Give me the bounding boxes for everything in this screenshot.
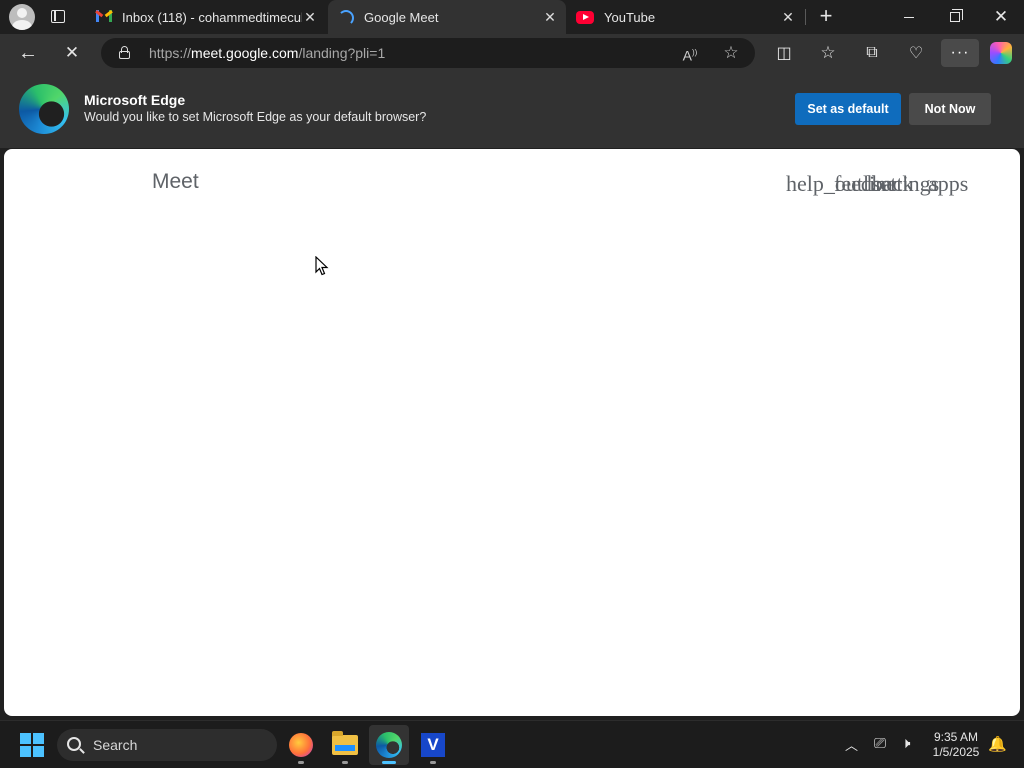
banner-title: Microsoft Edge [84, 92, 186, 108]
set-as-default-button[interactable]: Set as default [795, 93, 901, 125]
banner-message: Would you like to set Microsoft Edge as … [84, 110, 427, 124]
close-window-button[interactable]: ✕ [978, 0, 1024, 34]
mouse-cursor-icon [315, 256, 329, 276]
address-bar[interactable]: https://meet.google.com/landing?pli=1 A)… [101, 38, 755, 68]
tab-title: YouTube [604, 9, 656, 25]
search-label: Search [93, 737, 138, 753]
file-explorer-taskbar-button[interactable] [325, 725, 365, 765]
file-explorer-icon [332, 731, 358, 755]
vnc-viewer-taskbar-button[interactable]: V [413, 725, 453, 765]
gmail-icon [95, 10, 113, 26]
firefox-icon [289, 733, 313, 757]
tab-google-meet[interactable]: Google Meet ✕ [328, 0, 566, 35]
youtube-icon [576, 10, 594, 24]
clock-time: 9:35 AM [933, 730, 979, 744]
profile-avatar-icon[interactable] [9, 4, 35, 30]
read-aloud-icon[interactable]: A)) [679, 43, 701, 64]
system-clock[interactable]: 9:35 AM 1/5/2025 [926, 730, 986, 760]
back-button[interactable]: ← [13, 39, 43, 67]
taskbar-search[interactable]: Search [57, 729, 277, 761]
default-browser-banner: Microsoft Edge Would you like to set Mic… [0, 72, 1024, 148]
network-icon[interactable]: ⎚ [874, 735, 886, 752]
new-tab-button[interactable]: + [814, 5, 838, 28]
settings-more-button[interactable]: ··· [941, 39, 979, 67]
vnc-viewer-icon: V [421, 733, 445, 757]
web-page-content: Meet help_outline feedback settings apps [4, 149, 1020, 716]
url-text[interactable]: https://meet.google.com/landing?pli=1 [149, 45, 385, 61]
volume-muted-icon[interactable]: 🕨 [901, 735, 910, 752]
split-screen-icon[interactable]: ◫ [769, 39, 799, 67]
loading-spinner-icon [338, 9, 354, 26]
meet-logo-text[interactable]: Meet [152, 170, 199, 194]
tab-youtube[interactable]: YouTube ✕ [566, 0, 804, 34]
collections-icon[interactable]: ⧉ [857, 39, 887, 67]
search-icon [67, 737, 81, 751]
stop-loading-button[interactable]: ✕ [57, 39, 87, 67]
close-tab-icon[interactable]: ✕ [780, 9, 796, 25]
clock-date: 1/5/2025 [932, 745, 980, 759]
show-hidden-icons-chevron-icon[interactable]: ︿ [845, 735, 858, 754]
minimize-button[interactable] [886, 0, 932, 34]
tab-gmail[interactable]: Inbox (118) - cohammedtimecube ✕ [86, 0, 326, 34]
browser-toolbar: ← ✕ https://meet.google.com/landing?pli=… [0, 34, 1024, 72]
tab-separator [805, 9, 806, 25]
close-tab-icon[interactable]: ✕ [302, 9, 318, 25]
edge-icon [376, 732, 402, 758]
notifications-bell-icon[interactable]: 🔔 [988, 735, 1007, 753]
copilot-icon[interactable] [990, 42, 1012, 64]
header-icon-ligatures: help_outline feedback settings apps [786, 171, 968, 199]
apps-icon[interactable]: apps [928, 171, 968, 197]
tab-title: Inbox (118) - cohammedtimecube [122, 9, 302, 25]
favorite-star-icon[interactable]: ☆ [720, 43, 742, 63]
firefox-taskbar-button[interactable] [281, 725, 321, 765]
windows-taskbar: Search V ︿ ⎚ 🕨 9:35 AM 1/5/2025 🔔 [0, 720, 1024, 768]
start-menu-icon[interactable] [20, 733, 44, 757]
close-tab-icon[interactable]: ✕ [542, 9, 558, 25]
browser-essentials-icon[interactable]: ♡ [901, 39, 931, 67]
edge-logo-icon [19, 84, 69, 134]
tab-strip: Inbox (118) - cohammedtimecube ✕ Google … [0, 0, 1024, 35]
not-now-button[interactable]: Not Now [909, 93, 991, 125]
tab-title: Google Meet [364, 10, 439, 25]
favorites-icon[interactable]: ☆ [813, 39, 843, 67]
edge-taskbar-button[interactable] [369, 725, 409, 765]
restore-button[interactable] [932, 0, 978, 34]
lock-icon[interactable] [119, 46, 130, 59]
tab-actions-icon[interactable] [48, 7, 70, 27]
